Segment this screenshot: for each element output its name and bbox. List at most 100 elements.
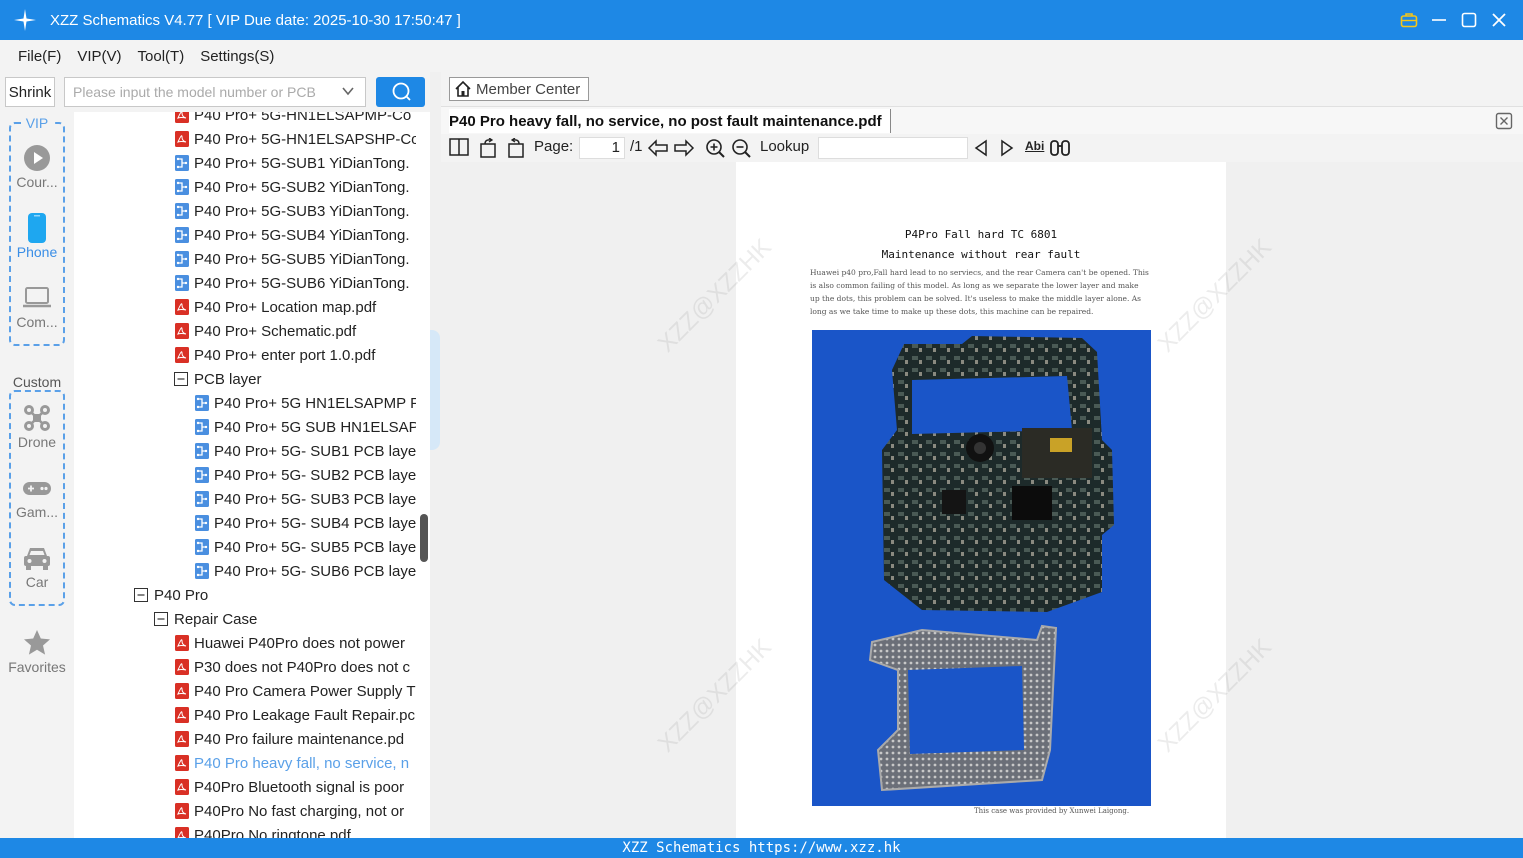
tree-file-item[interactable]: Huawei P40Pro does not power bbox=[174, 631, 416, 655]
scrollbar-thumb[interactable] bbox=[420, 514, 428, 562]
collapse-toggle-icon[interactable] bbox=[134, 588, 148, 602]
tree-folder-node[interactable]: PCB layer bbox=[174, 367, 416, 391]
next-page-icon[interactable] bbox=[673, 138, 695, 158]
member-center-button[interactable]: Member Center bbox=[449, 77, 589, 101]
tree-file-item[interactable]: P40Pro No ringtone.pdf bbox=[174, 823, 416, 838]
menu-file[interactable]: File(F) bbox=[18, 48, 61, 65]
nav-courses[interactable]: Cour... bbox=[0, 142, 74, 190]
search-input[interactable]: Please input the model number or PCB bbox=[64, 77, 366, 107]
tree-file-item[interactable]: P40 Pro+ 5G HN1ELSAPMP F bbox=[194, 391, 416, 415]
phone-icon bbox=[0, 212, 74, 244]
tree-item-label: P40 Pro+ 5G-HN1ELSAPMP-Co bbox=[194, 112, 412, 124]
tree-file-item[interactable]: P40 Pro+ 5G-SUB6 YiDianTong. bbox=[174, 271, 416, 295]
chevron-down-icon[interactable] bbox=[341, 84, 355, 101]
tree-file-item[interactable]: P40 Pro+ 5G-HN1ELSAPSHP-Co bbox=[174, 127, 416, 151]
nav-game[interactable]: Gam... bbox=[0, 472, 74, 520]
tree-file-item[interactable]: P40 Pro+ 5G-SUB4 YiDianTong. bbox=[174, 223, 416, 247]
tree-item-label: P40 Pro+ 5G-SUB1 YiDianTong. bbox=[194, 154, 410, 172]
pdf-file-icon bbox=[174, 683, 190, 699]
tree-item-label: P40 Pro+ Location map.pdf bbox=[194, 298, 377, 316]
pcb-file-icon bbox=[194, 467, 210, 483]
tree-file-item[interactable]: P40 Pro failure maintenance.pd bbox=[174, 727, 416, 751]
rotate-right-icon[interactable] bbox=[505, 138, 525, 158]
home-icon bbox=[454, 80, 472, 98]
tree-file-item[interactable]: P40 Pro Camera Power Supply T bbox=[174, 679, 416, 703]
tree-file-item[interactable]: P40 Pro+ 5G- SUB5 PCB laye bbox=[194, 535, 416, 559]
viewer-toolbar: Page: 1 /1 Lookup Abi bbox=[441, 134, 1523, 162]
tree-file-item[interactable]: P40 Pro+ 5G- SUB3 PCB laye bbox=[194, 487, 416, 511]
close-tab-icon[interactable] bbox=[1495, 112, 1513, 133]
tree-file-item[interactable]: P40 Pro+ 5G-SUB5 YiDianTong. bbox=[174, 247, 416, 271]
title-bar: XZZ Schematics V4.77 [ VIP Due date: 202… bbox=[0, 0, 1523, 40]
match-case-toggle[interactable]: Abi bbox=[1025, 139, 1044, 153]
tree-file-item[interactable]: P40 Pro+ Schematic.pdf bbox=[174, 319, 416, 343]
pdf-file-icon bbox=[174, 707, 190, 723]
tree-file-item[interactable]: P30 does not P40Pro does not c bbox=[174, 655, 416, 679]
member-center-label: Member Center bbox=[476, 80, 581, 98]
tree-folder-node[interactable]: Repair Case bbox=[154, 607, 416, 631]
collapse-toggle-icon[interactable] bbox=[154, 612, 168, 626]
tree-file-item[interactable]: P40 Pro+ 5G- SUB2 PCB laye bbox=[194, 463, 416, 487]
document-viewer[interactable]: P4Pro Fall hard TC 6801 Maintenance with… bbox=[441, 162, 1523, 838]
menu-bar: File(F) VIP(V) Tool(T) Settings(S) bbox=[0, 40, 1523, 72]
nav-favorites[interactable]: Favorites bbox=[0, 627, 74, 675]
nav-car-label: Car bbox=[25, 574, 49, 590]
tree-file-item[interactable]: P40 Pro Leakage Fault Repair.pc bbox=[174, 703, 416, 727]
tree-file-item[interactable]: P40 Pro heavy fall, no service, n bbox=[174, 751, 416, 775]
zoom-out-icon[interactable] bbox=[731, 138, 751, 158]
page-number-input[interactable]: 1 bbox=[579, 137, 625, 159]
tree-file-item[interactable]: P40 Pro+ 5G-SUB3 YiDianTong. bbox=[174, 199, 416, 223]
tree-item-label: PCB layer bbox=[194, 370, 262, 388]
toggle-sidebar-icon[interactable] bbox=[449, 138, 469, 156]
nav-phone[interactable]: Phone bbox=[0, 212, 74, 260]
pdf-page: P4Pro Fall hard TC 6801 Maintenance with… bbox=[736, 162, 1226, 838]
tree-item-label: Huawei P40Pro does not power bbox=[194, 634, 405, 652]
previous-page-icon[interactable] bbox=[647, 138, 669, 158]
tree-file-item[interactable]: P40Pro Bluetooth signal is poor bbox=[174, 775, 416, 799]
collapse-pane-handle[interactable] bbox=[430, 330, 440, 462]
zoom-in-icon[interactable] bbox=[705, 138, 725, 158]
tree-file-item[interactable]: P40 Pro+ 5G-SUB2 YiDianTong. bbox=[174, 175, 416, 199]
nav-favorites-label: Favorites bbox=[8, 659, 66, 675]
pdf-file-icon bbox=[174, 131, 190, 147]
shrink-button[interactable]: Shrink bbox=[5, 77, 55, 107]
tree-file-item[interactable]: P40 Pro+ 5G- SUB6 PCB laye bbox=[194, 559, 416, 583]
tree-file-item[interactable]: P40 Pro+ enter port 1.0.pdf bbox=[174, 343, 416, 367]
maximize-button[interactable] bbox=[1459, 10, 1479, 30]
nav-drone[interactable]: Drone bbox=[0, 402, 74, 450]
menu-vip[interactable]: VIP(V) bbox=[77, 48, 121, 65]
rotate-left-icon[interactable] bbox=[479, 138, 499, 158]
tree-file-item[interactable]: P40 Pro+ 5G- SUB1 PCB laye bbox=[194, 439, 416, 463]
tree-file-item[interactable]: P40Pro No fast charging, not or bbox=[174, 799, 416, 823]
tree-file-item[interactable]: P40 Pro+ 5G SUB HN1ELSAP bbox=[194, 415, 416, 439]
close-button[interactable] bbox=[1489, 10, 1509, 30]
status-bar: XZZ Schematics https://www.xzz.hk bbox=[0, 838, 1523, 858]
lookup-input[interactable] bbox=[818, 137, 968, 159]
tree-item-label: P40 Pro+ 5G HN1ELSAPMP F bbox=[214, 394, 416, 412]
collapse-toggle-icon[interactable] bbox=[174, 372, 188, 386]
nav-car[interactable]: Car bbox=[0, 542, 74, 590]
tree-item-label: P40 Pro+ 5G- SUB1 PCB laye bbox=[214, 442, 416, 460]
document-tab-title: P40 Pro heavy fall, no service, no post … bbox=[449, 112, 882, 130]
menu-settings[interactable]: Settings(S) bbox=[200, 48, 274, 65]
pcb-file-icon bbox=[174, 155, 190, 171]
tree-item-label: P40Pro No fast charging, not or bbox=[194, 802, 405, 820]
search-button[interactable] bbox=[376, 77, 425, 107]
document-tab[interactable]: P40 Pro heavy fall, no service, no post … bbox=[449, 109, 891, 133]
tree-scrollbar[interactable] bbox=[418, 112, 430, 838]
tree-file-item[interactable]: P40 Pro+ 5G-HN1ELSAPMP-Co bbox=[174, 112, 416, 127]
pdf-file-icon bbox=[174, 803, 190, 819]
vip-briefcase-icon[interactable] bbox=[1399, 10, 1419, 30]
menu-tool[interactable]: Tool(T) bbox=[138, 48, 185, 65]
find-next-icon[interactable] bbox=[999, 139, 1015, 157]
nav-computer[interactable]: Com... bbox=[0, 282, 74, 330]
find-previous-icon[interactable] bbox=[973, 139, 989, 157]
tree-file-item[interactable]: P40 Pro+ Location map.pdf bbox=[174, 295, 416, 319]
binoculars-icon[interactable] bbox=[1049, 138, 1071, 158]
tree-file-item[interactable]: P40 Pro+ 5G-SUB1 YiDianTong. bbox=[174, 151, 416, 175]
pdf-file-icon bbox=[174, 112, 190, 123]
minimize-button[interactable] bbox=[1429, 10, 1449, 30]
tree-file-item[interactable]: P40 Pro+ 5G- SUB4 PCB laye bbox=[194, 511, 416, 535]
pcb-file-icon bbox=[174, 227, 190, 243]
tree-folder-node[interactable]: P40 Pro bbox=[134, 583, 416, 607]
